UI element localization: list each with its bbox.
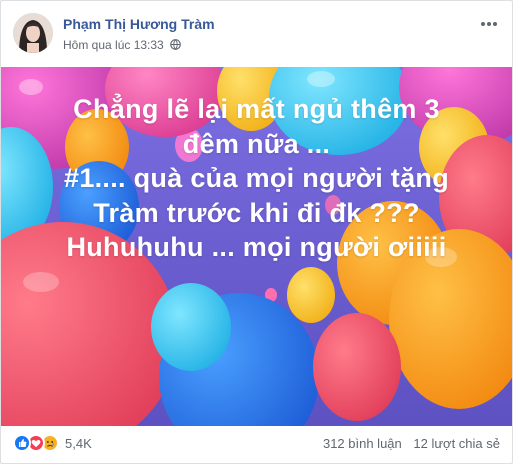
author-name[interactable]: Phạm Thị Hương Tràm: [63, 16, 215, 32]
globe-icon: [170, 39, 181, 50]
post-text-line: Chẳng lẽ lại mất ngủ thêm 3: [73, 94, 440, 124]
reaction-count[interactable]: 5,4K: [65, 436, 92, 451]
shares-count[interactable]: 12 lượt chia sẻ: [413, 436, 500, 451]
more-options-icon[interactable]: [478, 15, 500, 33]
post-text-line: Tràm trước khi đi đk ???: [93, 197, 420, 228]
engagement-stats: 312 bình luận 12 lượt chia sẻ: [315, 436, 500, 451]
post-text-line: đêm nữa ...: [182, 128, 331, 159]
post-card: Phạm Thị Hương Tràm Hôm qua lúc 13:33 Ch…: [0, 0, 513, 464]
post-footer: 5,4K 312 bình luận 12 lượt chia sẻ: [13, 430, 500, 458]
post-timestamp[interactable]: Hôm qua lúc 13:33: [63, 38, 164, 52]
reactions-summary[interactable]: 5,4K: [13, 433, 92, 453]
author-avatar[interactable]: [13, 13, 53, 53]
like-icon: [13, 434, 31, 452]
comments-count[interactable]: 312 bình luận: [323, 436, 402, 451]
post-text-line: Huhuhuhu ... mọi người ơiiiii: [66, 232, 447, 262]
post-header: Phạm Thị Hương Tràm Hôm qua lúc 13:33: [13, 13, 500, 55]
post-meta: Hôm qua lúc 13:33: [63, 38, 181, 52]
post-text-line: #1.... quà của mọi người tặng: [64, 163, 449, 193]
post-text: Chẳng lẽ lại mất ngủ thêm 3 đêm nữa ... …: [1, 92, 512, 265]
